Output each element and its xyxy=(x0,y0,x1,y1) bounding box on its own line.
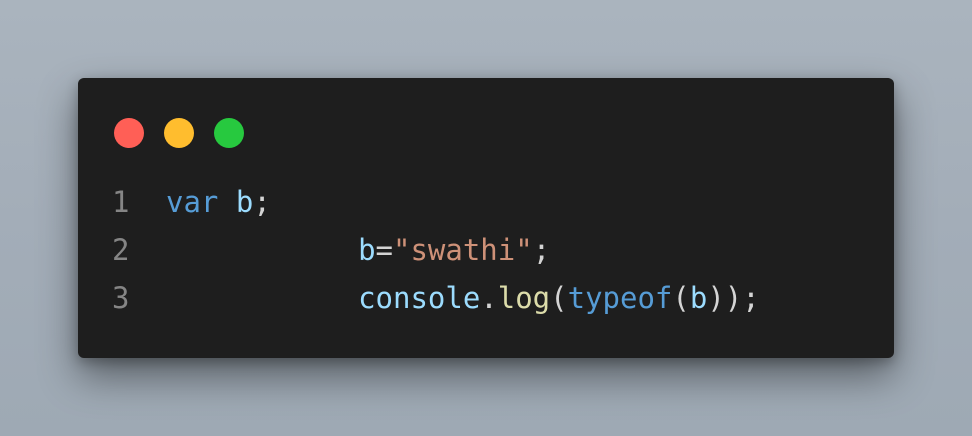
code-token-punct: ; xyxy=(253,185,271,219)
minimize-button[interactable] xyxy=(164,118,194,148)
maximize-button[interactable] xyxy=(214,118,244,148)
line-number: 2 xyxy=(112,233,130,267)
code-token-var: b xyxy=(689,281,708,315)
code-token-ws xyxy=(218,185,235,219)
window-controls xyxy=(114,118,244,148)
line-number: 1 xyxy=(112,185,130,219)
code-token-fn: log xyxy=(497,281,551,315)
code-text: b="swathi"; xyxy=(166,226,550,274)
code-token-punct: ( xyxy=(550,281,568,315)
code-token-punct: ( xyxy=(672,281,690,315)
line-number: 3 xyxy=(112,281,130,315)
code-token-var: console xyxy=(358,281,481,315)
code-token-str: "swathi" xyxy=(393,233,533,267)
code-token-punct: )); xyxy=(707,281,760,315)
code-line: 2 b="swathi"; xyxy=(78,226,894,274)
code-token-kw: var xyxy=(166,185,219,219)
code-block: 1 var b; 2 b="swathi"; 3 console.log(typeof… xyxy=(78,178,894,322)
code-token-punct: = xyxy=(375,233,393,267)
code-token-var: b xyxy=(358,233,376,267)
code-token-var: b xyxy=(235,185,254,219)
code-token-kw: typeof xyxy=(567,281,673,315)
code-text: console.log(typeof(b)); xyxy=(166,274,760,322)
code-token-ws xyxy=(166,281,358,315)
code-line: 1 var b; xyxy=(78,178,894,226)
close-button[interactable] xyxy=(114,118,144,148)
code-text: var b; xyxy=(166,178,271,226)
code-window: 1 var b; 2 b="swathi"; 3 console.log(typeof… xyxy=(78,78,894,358)
code-token-ws xyxy=(166,233,358,267)
code-token-punct: . xyxy=(480,281,498,315)
code-token-punct: ; xyxy=(532,233,551,267)
code-line: 3 console.log(typeof(b)); xyxy=(78,274,894,322)
